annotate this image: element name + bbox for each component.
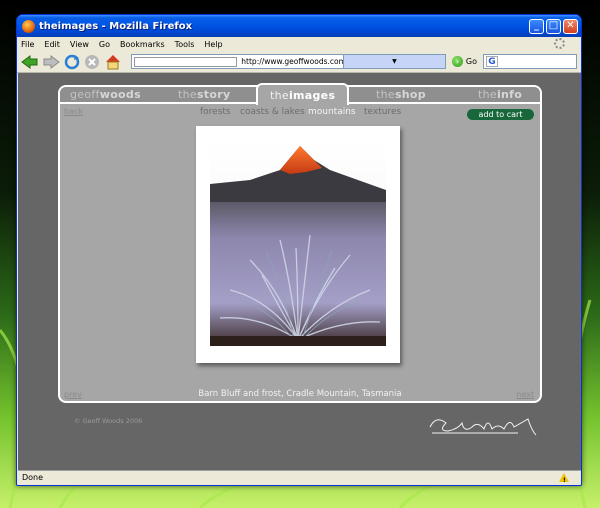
close-button[interactable]: ✕ [563, 18, 578, 34]
menu-go[interactable]: Go [99, 40, 110, 49]
page-content: geoffwoods thestory theimages theshop th… [18, 73, 581, 471]
menu-bookmarks[interactable]: Bookmarks [120, 40, 165, 49]
site-tab-bar: geoffwoods thestory theimages theshop th… [60, 83, 540, 105]
page-icon [133, 56, 238, 67]
subnav-forests[interactable]: forests [200, 107, 231, 117]
warning-icon[interactable]: ! [559, 473, 569, 484]
tab-thestory[interactable]: thestory [178, 88, 230, 101]
back-arrow-icon[interactable] [21, 54, 39, 70]
menu-tools[interactable]: Tools [175, 40, 195, 49]
reload-icon[interactable] [63, 54, 81, 70]
menu-help[interactable]: Help [204, 40, 222, 49]
menu-edit[interactable]: Edit [44, 40, 60, 49]
home-icon[interactable] [104, 54, 122, 70]
url-dropdown-icon[interactable]: ▼ [342, 55, 446, 68]
navigation-toolbar: http://www.geoffwoods.com.au/images.php?… [17, 51, 581, 73]
menu-bar: File Edit View Go Bookmarks Tools Help [17, 37, 581, 51]
throbber-icon [554, 38, 565, 49]
firefox-icon [22, 19, 35, 33]
featured-photo[interactable] [210, 140, 386, 346]
status-text: Done [22, 473, 44, 482]
browser-window: theimages - Mozilla Firefox _ □ ✕ File E… [16, 14, 582, 486]
tab-theimages[interactable]: theimages [256, 83, 350, 105]
go-button[interactable]: Go [466, 57, 477, 66]
stop-icon[interactable] [84, 54, 102, 70]
next-link[interactable]: next [516, 390, 534, 399]
forward-arrow-icon[interactable] [42, 54, 60, 70]
signature-logo [429, 418, 537, 436]
gallery-panel: geoffwoods thestory theimages theshop th… [58, 83, 542, 403]
status-bar: Done ! [18, 470, 581, 484]
tab-geoffwoods[interactable]: geoffwoods [70, 88, 141, 101]
window-title: theimages - Mozilla Firefox [39, 20, 193, 32]
google-search-icon[interactable]: G [485, 56, 498, 67]
add-to-cart-button[interactable]: add to cart [467, 109, 534, 120]
copyright-text: © Geoff Woods 2006 [74, 417, 143, 425]
menu-view[interactable]: View [70, 40, 89, 49]
minimize-button[interactable]: _ [529, 18, 544, 34]
subnav-mountains[interactable]: mountains [308, 107, 356, 117]
menu-file[interactable]: File [21, 40, 34, 49]
url-text[interactable]: http://www.geoffwoods.com.au/images.php?… [241, 57, 342, 66]
search-box[interactable]: G [482, 54, 578, 69]
subnav-coasts-lakes[interactable]: coasts & lakes [240, 107, 305, 117]
subnav-textures[interactable]: textures [364, 107, 401, 117]
photo-frame [196, 126, 400, 363]
tab-theshop[interactable]: theshop [376, 88, 426, 101]
tab-theinfo[interactable]: theinfo [478, 88, 522, 101]
maximize-button[interactable]: □ [546, 18, 561, 34]
title-bar: theimages - Mozilla Firefox _ □ ✕ [17, 15, 581, 37]
go-icon[interactable]: › [452, 56, 463, 67]
back-link[interactable]: back [64, 107, 83, 116]
photo-caption: Barn Bluff and frost, Cradle Mountain, T… [198, 389, 402, 399]
url-bar[interactable]: http://www.geoffwoods.com.au/images.php?… [130, 54, 447, 69]
